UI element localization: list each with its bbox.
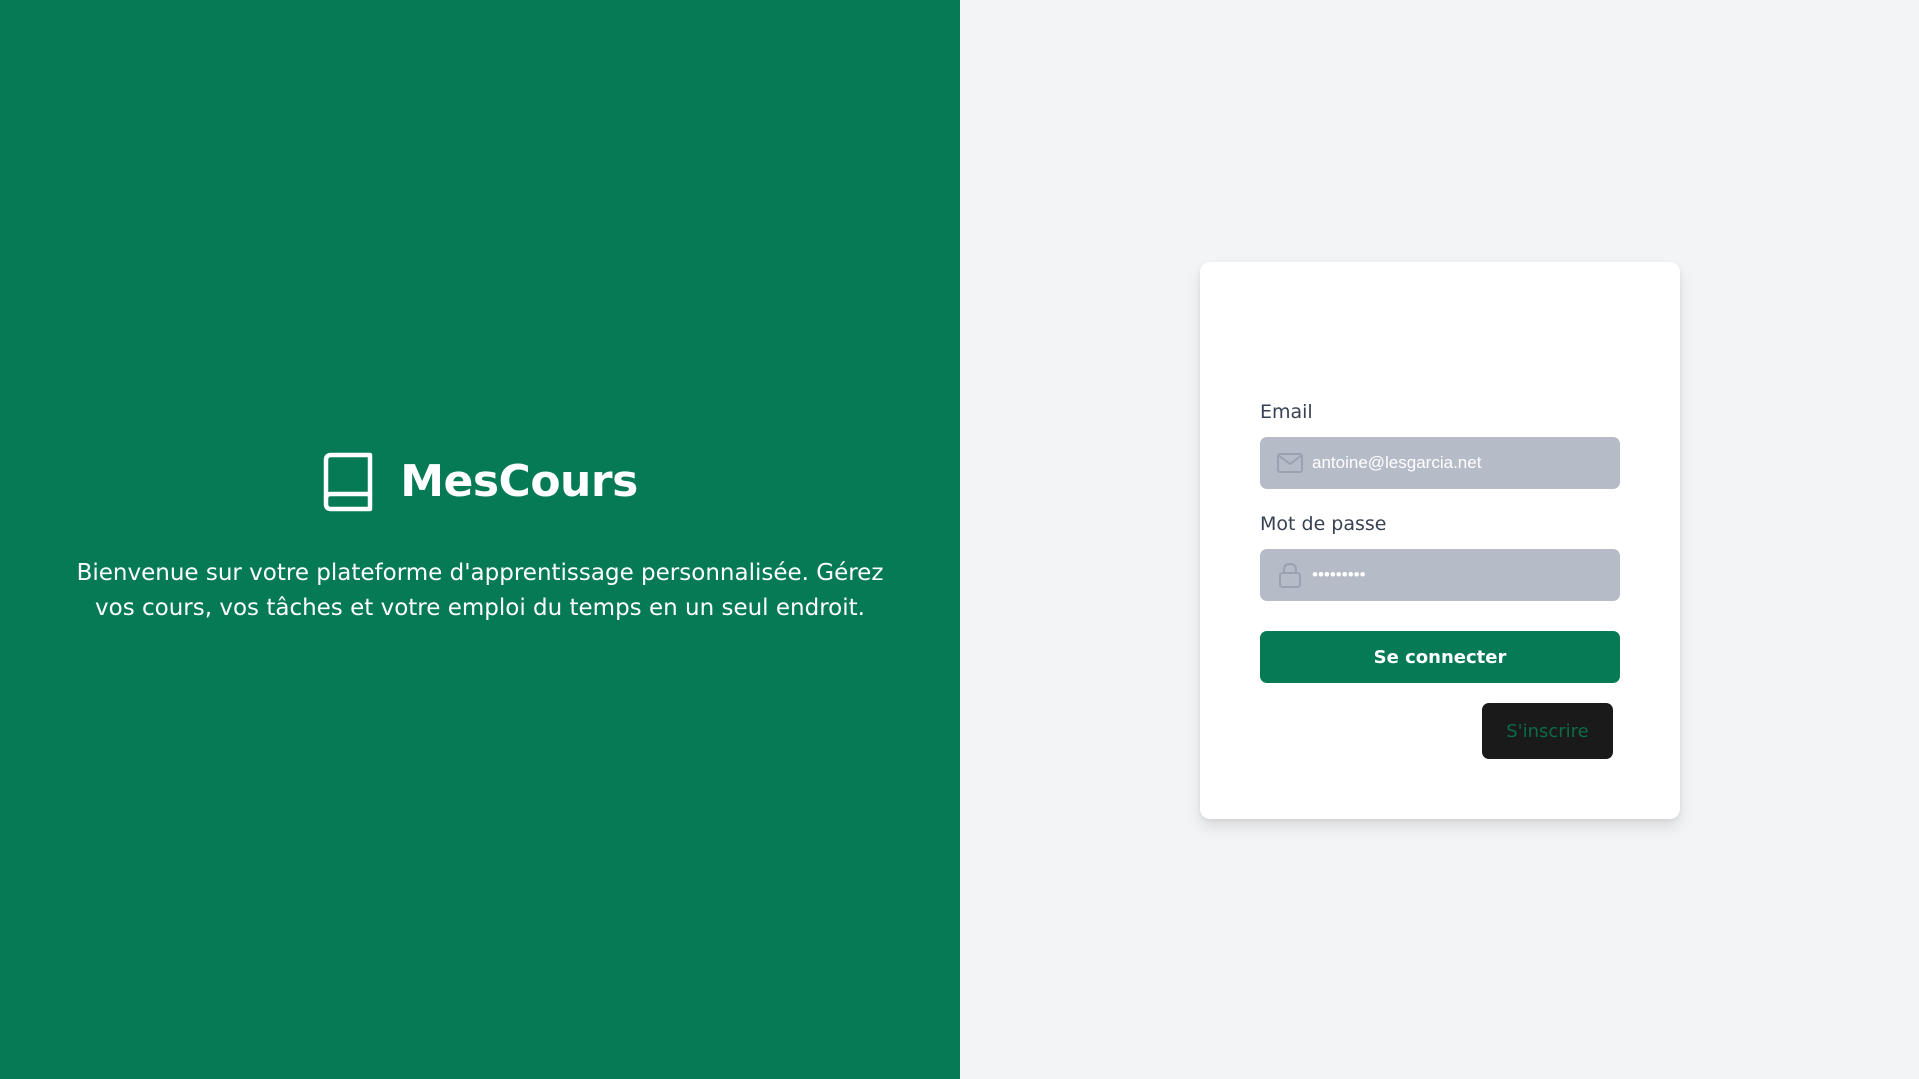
login-card: Email Mot de passe ••••••••• Se connecte…: [1200, 262, 1680, 819]
brand-name: MesCours: [400, 456, 638, 507]
signup-button[interactable]: S'inscrire: [1482, 703, 1613, 759]
password-input[interactable]: •••••••••: [1312, 565, 1366, 585]
envelope-icon: [1277, 453, 1303, 473]
book-icon: [323, 452, 373, 512]
login-button[interactable]: Se connecter: [1260, 631, 1620, 683]
email-field[interactable]: [1260, 437, 1620, 489]
brand-header: MesCours: [0, 452, 960, 512]
email-input[interactable]: [1312, 453, 1602, 473]
login-page: MesCours Bienvenue sur votre plateforme …: [0, 0, 1919, 1079]
password-label: Mot de passe: [1260, 513, 1387, 535]
brand-tagline: Bienvenue sur votre plateforme d'apprent…: [76, 560, 884, 621]
form-panel: Email Mot de passe ••••••••• Se connecte…: [960, 0, 1919, 1079]
email-label: Email: [1260, 401, 1313, 423]
brand-panel: MesCours Bienvenue sur votre plateforme …: [0, 0, 960, 1079]
lock-icon: [1279, 563, 1301, 588]
password-field[interactable]: •••••••••: [1260, 549, 1620, 601]
